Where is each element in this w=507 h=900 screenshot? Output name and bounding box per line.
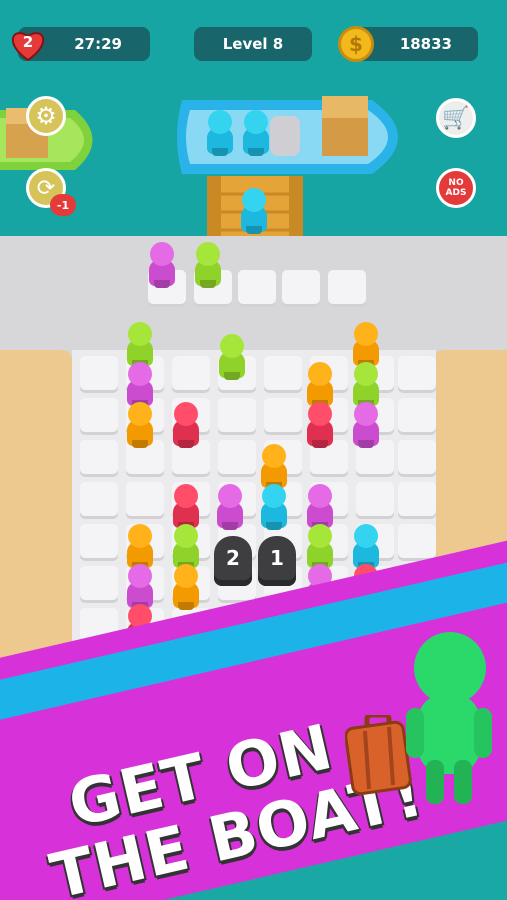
grid-tile [80, 398, 118, 432]
orange-passenger[interactable] [170, 564, 202, 610]
bollard-2-label: 2 [226, 546, 240, 570]
magenta-passenger[interactable] [350, 402, 382, 448]
cyan-passenger[interactable] [258, 484, 290, 530]
grid-tile [356, 482, 394, 516]
cyan-passenger[interactable] [204, 110, 236, 156]
grid-tile [80, 524, 118, 558]
grid-tile [218, 440, 256, 474]
coin-icon: $ [338, 26, 374, 62]
queue-tile [328, 270, 366, 304]
grid-tile [398, 524, 436, 558]
red-passenger[interactable] [304, 402, 336, 448]
grid-tile [398, 482, 436, 516]
cyan-passenger[interactable] [240, 110, 272, 156]
grid-tile [264, 356, 302, 390]
grid-tile [398, 356, 436, 390]
undo-badge: -1 [50, 194, 76, 216]
magenta-passenger[interactable] [146, 242, 178, 288]
settings-button[interactable]: ⚙ [26, 96, 66, 136]
queue-tile [238, 270, 276, 304]
undo-badge-text: -1 [56, 198, 70, 212]
lime-passenger[interactable] [192, 242, 224, 288]
orange-passenger[interactable] [124, 402, 156, 448]
lime-passenger[interactable] [216, 334, 248, 380]
lives-count: 2 [22, 33, 34, 51]
game-stage: 27:29 2 Level 8 18833 $ ⚙ ⟳ -1 🛒 NO ADS … [0, 0, 507, 900]
cyan-passenger[interactable] [238, 188, 270, 234]
grid-tile [80, 356, 118, 390]
grid-tile [126, 482, 164, 516]
grid-tile [398, 398, 436, 432]
grid-tile [80, 482, 118, 516]
grid-tile [264, 398, 302, 432]
grid-tile [218, 398, 256, 432]
level-panel: Level 8 [194, 27, 312, 61]
coin-count: 18833 [399, 35, 452, 53]
gear-icon: ⚙ [35, 102, 57, 130]
no-ads-button[interactable]: NO ADS [436, 168, 476, 208]
shop-button[interactable]: 🛒 [436, 98, 476, 138]
level-text: Level 8 [222, 35, 284, 53]
cart-icon: 🛒 [442, 105, 470, 131]
mascot-character [398, 628, 498, 808]
no-ads-text-2: ADS [445, 188, 467, 198]
red-passenger[interactable] [170, 402, 202, 448]
heart-icon[interactable]: 2 [8, 24, 48, 64]
queue-tile [282, 270, 320, 304]
bollard-2: 2 [214, 536, 252, 586]
left-sand [0, 350, 72, 670]
timer-text: 27:29 [74, 35, 122, 53]
grid-tile [80, 566, 118, 600]
grid-tile [398, 440, 436, 474]
no-ads-text-1: NO [448, 178, 464, 188]
bollard-1: 1 [258, 536, 296, 586]
magenta-passenger[interactable] [214, 484, 246, 530]
bollard-1-label: 1 [270, 546, 284, 570]
grid-tile [172, 356, 210, 390]
grid-tile [80, 440, 118, 474]
